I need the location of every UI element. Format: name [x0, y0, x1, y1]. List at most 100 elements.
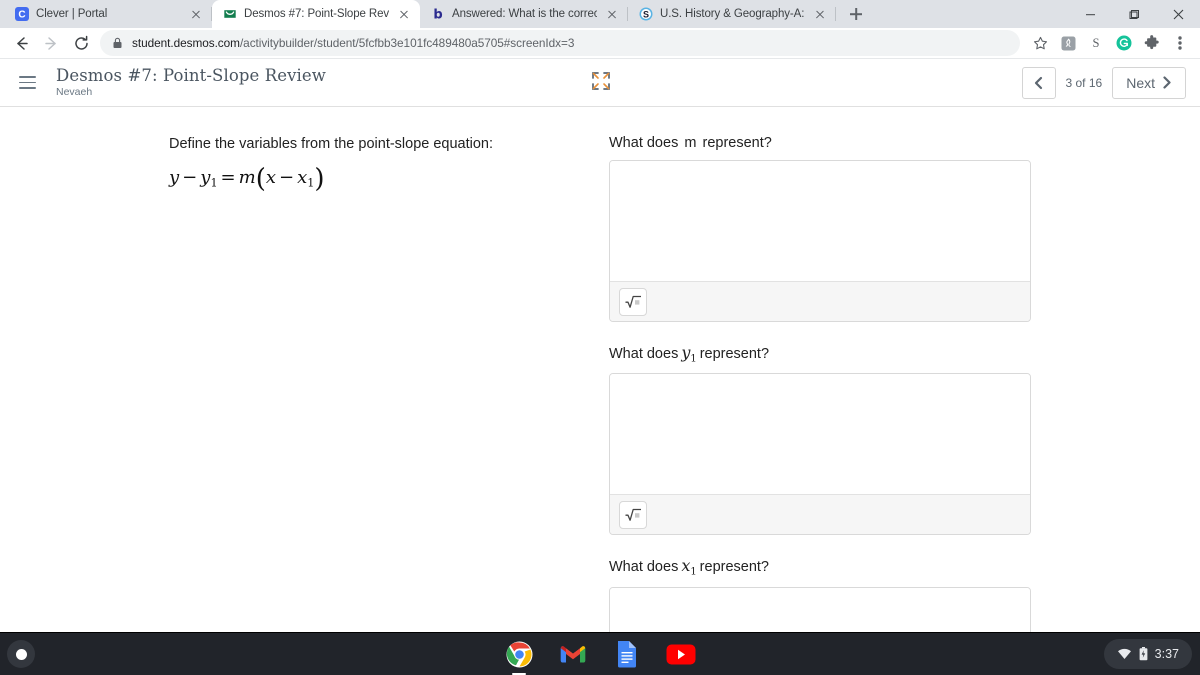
- reading-list-icon[interactable]: [1054, 29, 1082, 57]
- clever-icon: C: [14, 7, 29, 22]
- next-screen-button[interactable]: Next: [1112, 66, 1186, 99]
- answer-input-x1[interactable]: [610, 587, 1030, 632]
- next-button-label: Next: [1126, 74, 1155, 91]
- reload-icon[interactable]: [66, 28, 96, 58]
- system-tray[interactable]: 3:37: [1103, 639, 1192, 669]
- svg-text:C: C: [18, 10, 25, 21]
- browser-tab-desmos[interactable]: Desmos #7: Point-Slope Review: [212, 0, 420, 28]
- extension-letter: S: [1092, 35, 1100, 50]
- question-prefix: What does: [609, 135, 679, 151]
- minimize-icon[interactable]: [1068, 0, 1112, 28]
- tab-strip: C Clever | Portal Desmos #7: Point-Slope…: [0, 0, 1200, 28]
- eq-minus-2: −: [279, 166, 295, 188]
- answer-box-m[interactable]: [609, 160, 1031, 322]
- google-docs-icon[interactable]: [612, 639, 642, 669]
- question-block-x1: What does x1 represent?: [609, 556, 1200, 632]
- maximize-icon[interactable]: [1112, 0, 1156, 28]
- tab-close-icon[interactable]: [604, 6, 620, 22]
- chrome-icon[interactable]: [504, 639, 534, 675]
- eq-y: y: [169, 166, 180, 188]
- forward-icon[interactable]: [36, 28, 66, 58]
- close-icon[interactable]: [1156, 0, 1200, 28]
- point-slope-equation: y − y1 = m(x − x1): [169, 164, 560, 194]
- student-name: Nevaeh: [56, 86, 93, 99]
- eq-minus-1: −: [182, 166, 198, 188]
- question-suffix: represent?: [699, 346, 770, 362]
- question-label-x1: What does x1 represent?: [609, 556, 1200, 577]
- tab-close-icon[interactable]: [188, 6, 204, 22]
- eq-close-paren: ): [314, 163, 325, 194]
- hamburger-menu-icon[interactable]: [14, 76, 40, 89]
- browser-toolbar: student.desmos.com/activitybuilder/stude…: [0, 28, 1200, 59]
- activity-body: Define the variables from the point-slop…: [0, 107, 1200, 632]
- answer-input-y1[interactable]: [610, 374, 1030, 495]
- shelf-app-list: [504, 639, 696, 675]
- variable-letter: x: [681, 556, 691, 576]
- svg-text:b: b: [433, 8, 442, 22]
- question-prefix: What does: [609, 559, 679, 576]
- fullscreen-expand-icon[interactable]: [591, 71, 615, 95]
- schoology-extension-icon[interactable]: S: [1082, 29, 1110, 57]
- desmos-header: Desmos #7: Point-Slope Review Nevaeh 3 o…: [0, 59, 1200, 107]
- tab-close-icon[interactable]: [812, 6, 828, 22]
- answer-box-x1[interactable]: [609, 586, 1031, 632]
- square-root-icon[interactable]: [619, 287, 647, 316]
- screen-counter: 3 of 16: [1065, 75, 1103, 90]
- chromeos-shelf: 3:37: [0, 632, 1200, 675]
- variable-subscript: 1: [690, 566, 697, 578]
- chrome-menu-icon[interactable]: [1166, 29, 1194, 57]
- new-tab-button[interactable]: [842, 0, 870, 28]
- tab-title: Clever | Portal: [36, 8, 108, 20]
- square-root-icon[interactable]: [619, 500, 647, 529]
- launcher-circle-icon[interactable]: [7, 640, 35, 668]
- activity-title-block: Desmos #7: Point-Slope Review Nevaeh: [56, 66, 326, 99]
- address-bar[interactable]: student.desmos.com/activitybuilder/stude…: [100, 30, 1020, 56]
- question-block-m: What does m represent?: [609, 135, 1200, 322]
- question-variable: x1: [678, 556, 699, 578]
- clock-time: 3:37: [1154, 647, 1179, 661]
- question-prefix: What does: [609, 346, 679, 362]
- grammarly-extension-icon[interactable]: [1110, 29, 1138, 57]
- tab-title: U.S. History & Geography-A: S1 -: [660, 8, 805, 20]
- questions-panel: What does m represent? What does y1 repr…: [600, 107, 1200, 632]
- url-path: /activitybuilder/student/5fcfbb3e101fc48…: [239, 36, 575, 50]
- desmos-activity-page: Desmos #7: Point-Slope Review Nevaeh 3 o…: [0, 59, 1200, 632]
- tab-separator: [835, 7, 836, 21]
- question-variable: m: [684, 135, 697, 151]
- chevron-right-icon: [1163, 76, 1171, 89]
- wifi-icon: [1117, 648, 1132, 660]
- svg-text:S: S: [642, 10, 648, 20]
- eq-m: m: [238, 166, 256, 188]
- question-label-y1: What does y1 represent?: [609, 343, 1200, 364]
- answer-input-m[interactable]: [610, 161, 1030, 281]
- browser-tab-us-history[interactable]: S U.S. History & Geography-A: S1 -: [628, 0, 836, 28]
- previous-screen-button[interactable]: [1021, 66, 1056, 99]
- youtube-icon[interactable]: [666, 639, 696, 669]
- browser-tab-brainly[interactable]: b Answered: What is the correct eq: [420, 0, 628, 28]
- schoology-icon: S: [638, 7, 653, 22]
- eq-x: x: [265, 166, 277, 188]
- brainly-icon: b: [430, 7, 445, 22]
- eq-x-sub: x: [297, 166, 308, 188]
- tab-close-icon[interactable]: [396, 6, 412, 22]
- screen-navigation: 3 of 16 Next: [1021, 66, 1186, 99]
- bookmark-star-icon[interactable]: [1026, 29, 1054, 57]
- tab-title: Answered: What is the correct eq: [452, 8, 597, 20]
- gmail-icon[interactable]: [558, 639, 588, 669]
- eq-y-sub-index: 1: [210, 176, 218, 190]
- browser-window: C Clever | Portal Desmos #7: Point-Slope…: [0, 0, 1200, 632]
- eq-y-sub: y: [200, 166, 211, 188]
- lock-icon: [112, 37, 123, 49]
- browser-tab-clever[interactable]: C Clever | Portal: [4, 0, 212, 28]
- back-icon[interactable]: [6, 28, 36, 58]
- chevron-left-icon: [1034, 76, 1043, 89]
- answer-box-y1[interactable]: [609, 373, 1031, 536]
- eq-equals: =: [220, 166, 236, 188]
- extensions-puzzle-icon[interactable]: [1138, 29, 1166, 57]
- battery-icon: [1139, 647, 1148, 661]
- math-toolbar-m: [610, 281, 1030, 321]
- question-variable: y1: [678, 343, 699, 365]
- launcher-dot: [15, 648, 27, 660]
- variable-subscript: 1: [690, 353, 697, 365]
- question-suffix: represent?: [699, 559, 769, 576]
